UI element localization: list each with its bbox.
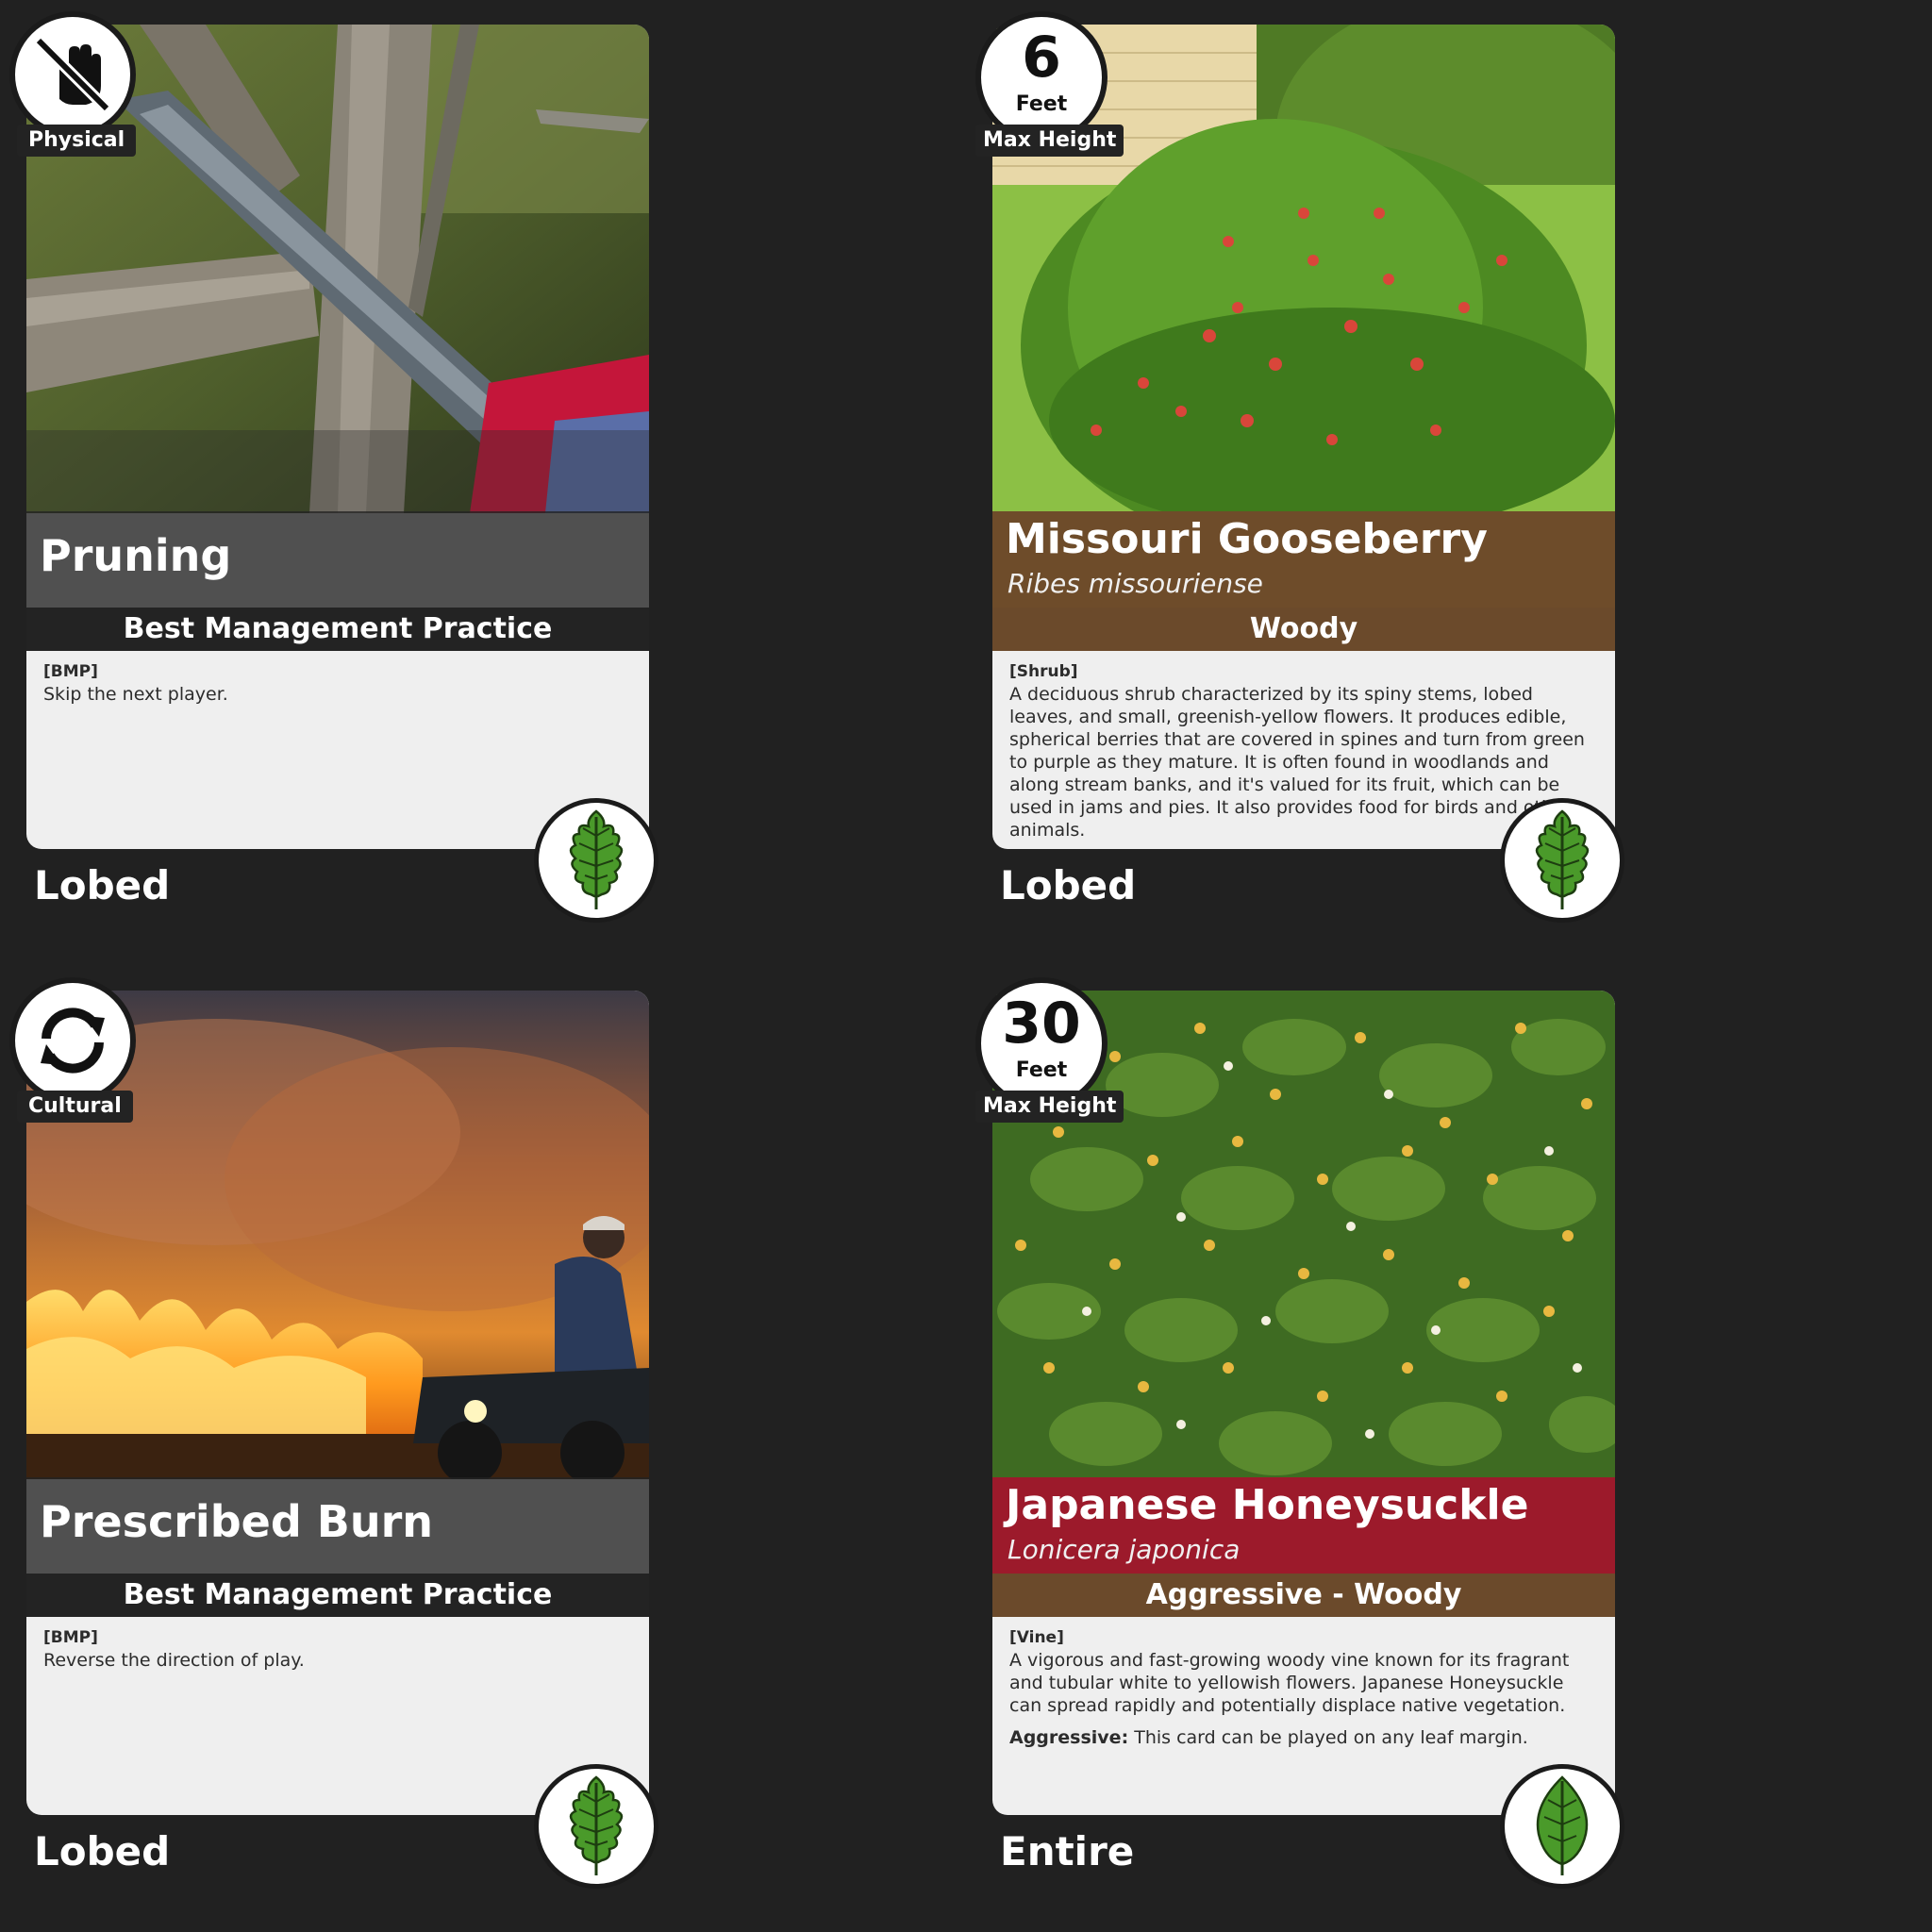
bmp-type-badge <box>9 977 136 1104</box>
leaf-margin-label: Entire <box>1000 1828 1135 1874</box>
max-height-value: 30 <box>1002 991 1081 1057</box>
card-description: A deciduous shrub characterized by its s… <box>1009 684 1585 841</box>
lobed-leaf-icon <box>569 809 624 909</box>
leaf-margin-badge <box>534 798 658 923</box>
card-category: Woody <box>992 608 1615 651</box>
card-title: Japanese Honeysuckle <box>1006 1481 1529 1529</box>
leaf-margin-badge <box>1500 1764 1624 1889</box>
max-height-label: Max Height <box>975 1091 1124 1123</box>
lobed-leaf-icon <box>1535 809 1590 909</box>
card-prescribed-burn[interactable]: Prescribed Burn Best Management Practice… <box>0 966 658 1890</box>
leaf-margin-label: Lobed <box>34 862 171 908</box>
card-title: Prescribed Burn <box>40 1496 434 1547</box>
card-tag: [BMP] <box>43 662 98 681</box>
no-hand-icon <box>34 36 111 113</box>
scientific-name: Ribes missouriense <box>1008 568 1263 599</box>
card-title: Pruning <box>40 530 232 581</box>
bmp-type-label: Cultural <box>17 1091 133 1123</box>
title-band: Pruning <box>26 511 649 608</box>
leaf-margin-badge <box>1500 798 1624 923</box>
max-height-unit: Feet <box>1015 1058 1068 1082</box>
card-description: A vigorous and fast-growing woody vine k… <box>1009 1650 1570 1716</box>
bmp-type-badge <box>9 11 136 138</box>
max-height-unit: Feet <box>1015 92 1068 116</box>
card-pruning[interactable]: Pruning Best Management Practice [BMP] S… <box>0 0 658 924</box>
card-tag: [Vine] <box>1009 1628 1064 1647</box>
card-category: Best Management Practice <box>26 608 649 651</box>
scientific-name: Lonicera japonica <box>1008 1534 1241 1565</box>
card-category: Aggressive - Woody <box>992 1574 1615 1617</box>
card-tag: [Shrub] <box>1009 662 1078 681</box>
cycle-arrows-icon <box>41 1008 105 1074</box>
card-description: Skip the next player. <box>43 684 228 705</box>
card-description: Reverse the direction of play. <box>43 1650 305 1671</box>
card-missouri-gooseberry[interactable]: Missouri Gooseberry Ribes missouriense W… <box>966 0 1624 924</box>
leaf-margin-badge <box>534 1764 658 1889</box>
aggressive-text: This card can be played on any leaf marg… <box>1128 1727 1528 1748</box>
leaf-margin-label: Lobed <box>34 1828 171 1874</box>
card-title: Missouri Gooseberry <box>1006 515 1488 563</box>
entire-leaf-icon <box>1536 1775 1589 1875</box>
title-band: Missouri Gooseberry Ribes missouriense <box>992 511 1615 608</box>
max-height-badge: 30 Feet <box>975 977 1108 1109</box>
leaf-margin-label: Lobed <box>1000 862 1137 908</box>
bmp-type-label: Physical <box>17 125 137 157</box>
card-tag: [BMP] <box>43 1628 98 1647</box>
title-band: Japanese Honeysuckle Lonicera japonica <box>992 1477 1615 1574</box>
card-japanese-honeysuckle[interactable]: Japanese Honeysuckle Lonicera japonica A… <box>966 966 1624 1890</box>
max-height-value: 6 <box>1022 25 1061 91</box>
max-height-label: Max Height <box>975 125 1124 157</box>
max-height-badge: 6 Feet <box>975 11 1108 143</box>
aggressive-label: Aggressive: <box>1009 1727 1129 1748</box>
lobed-leaf-icon <box>569 1775 624 1875</box>
title-band: Prescribed Burn <box>26 1477 649 1574</box>
aggressive-rule: Aggressive: This card can be played on a… <box>1009 1726 1598 1749</box>
card-category: Best Management Practice <box>26 1574 649 1617</box>
